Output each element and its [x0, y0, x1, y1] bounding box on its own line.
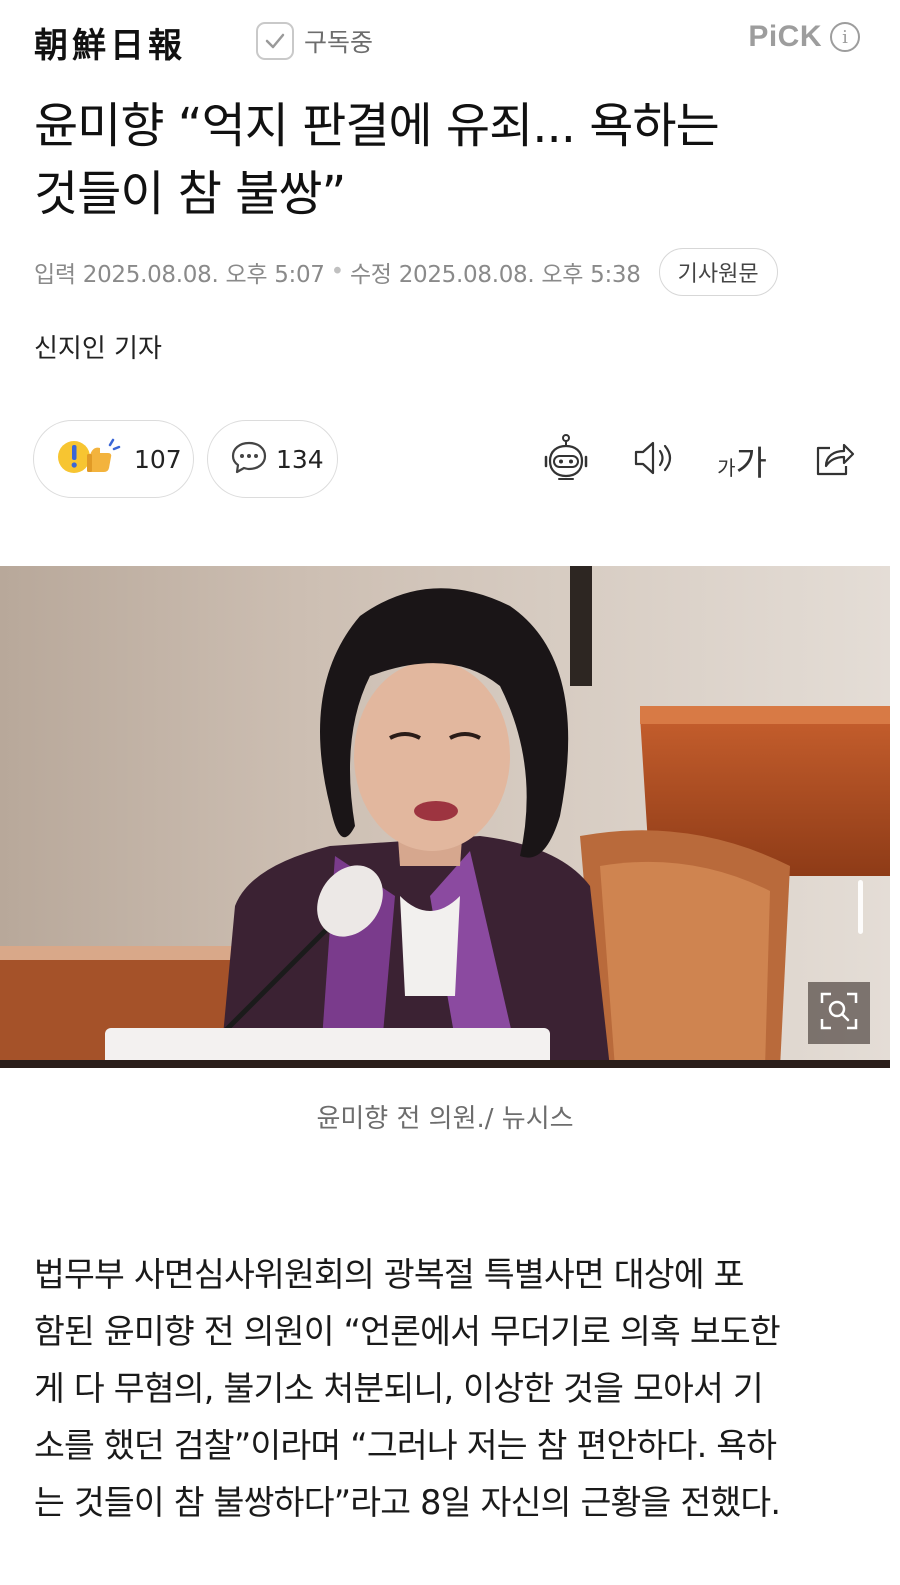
top-bar: 朝鮮日報 구독중 PiCK i — [0, 0, 900, 82]
body-line: 법무부 사면심사위원회의 광복절 특별사면 대상에 포 — [34, 1255, 744, 1294]
press-logo[interactable]: 朝鮮日報 — [34, 18, 186, 67]
reaction-count: 107 — [134, 444, 182, 474]
original-article-button[interactable]: 기사원문 — [658, 248, 778, 296]
headline-line: 것들이 참 불쌍” — [34, 166, 346, 222]
comment-bubble-icon — [230, 439, 268, 479]
published-info: 입력 2025.08.08. 오후 5:07 — [34, 255, 325, 289]
font-small-glyph: 가 — [717, 455, 736, 480]
published-label: 입력 — [34, 262, 76, 288]
reaction-emoji-icon — [56, 435, 126, 483]
reaction-button[interactable]: 107 — [33, 420, 194, 498]
share-button[interactable] — [806, 432, 862, 488]
subscribe-button[interactable]: 구독중 — [256, 20, 373, 62]
modified-info: 수정 2025.08.08. 오후 5:38 — [350, 255, 641, 289]
pick-badge[interactable]: PiCK i — [748, 20, 860, 54]
article-photo[interactable] — [0, 566, 890, 1068]
body-line: 는 것들이 참 불쌍하다”라고 8일 자신의 근황을 전했다. — [34, 1483, 781, 1522]
action-row: 107 134 가가 — [0, 420, 900, 500]
speaker-icon — [631, 438, 677, 482]
pick-label: PiCK — [748, 20, 822, 53]
article-body: 법무부 사면심사위원회의 광복절 특별사면 대상에 포 함된 윤미향 전 의원이… — [34, 1246, 864, 1531]
zoom-icon — [819, 991, 859, 1035]
photo-caption: 윤미향 전 의원./ 뉴시스 — [316, 1104, 574, 1134]
info-icon[interactable]: i — [830, 22, 860, 52]
zoom-button[interactable] — [808, 982, 870, 1044]
comment-button[interactable]: 134 — [207, 420, 338, 498]
article-headline: 윤미향 “억지 판결에 유죄... 욕하는 것들이 참 불쌍” — [34, 92, 864, 228]
meta-separator: • — [330, 259, 345, 285]
published-time: 2025.08.08. 오후 5:07 — [82, 262, 325, 288]
font-big-glyph: 가 — [735, 443, 767, 484]
modified-time: 2025.08.08. 오후 5:38 — [398, 262, 641, 288]
summary-bot-button[interactable] — [538, 432, 594, 488]
check-icon — [256, 22, 294, 60]
font-size-button[interactable]: 가가 — [712, 432, 772, 488]
article-meta: 입력 2025.08.08. 오후 5:07 • 수정 2025.08.08. … — [34, 246, 864, 298]
subscribe-label: 구독중 — [304, 28, 374, 57]
scrollbar-thumb[interactable] — [858, 880, 863, 934]
body-line: 함된 윤미향 전 의원이 “언론에서 무더기로 의혹 보도한 — [34, 1312, 781, 1351]
font-size-icon: 가가 — [717, 436, 767, 485]
body-line: 게 다 무혐의, 불기소 처분되니, 이상한 것을 모아서 기 — [34, 1369, 764, 1408]
headline-line: 윤미향 “억지 판결에 유죄... 욕하는 — [34, 98, 720, 154]
body-line: 소를 했던 검찰”이라며 “그러나 저는 참 편안하다. 욕하 — [34, 1426, 777, 1465]
modified-label: 수정 — [349, 262, 392, 288]
byline[interactable]: 신지인 기자 — [34, 328, 162, 365]
audio-button[interactable] — [626, 432, 682, 488]
comment-count: 134 — [276, 444, 324, 474]
robot-icon — [540, 433, 592, 487]
share-icon — [812, 438, 856, 482]
